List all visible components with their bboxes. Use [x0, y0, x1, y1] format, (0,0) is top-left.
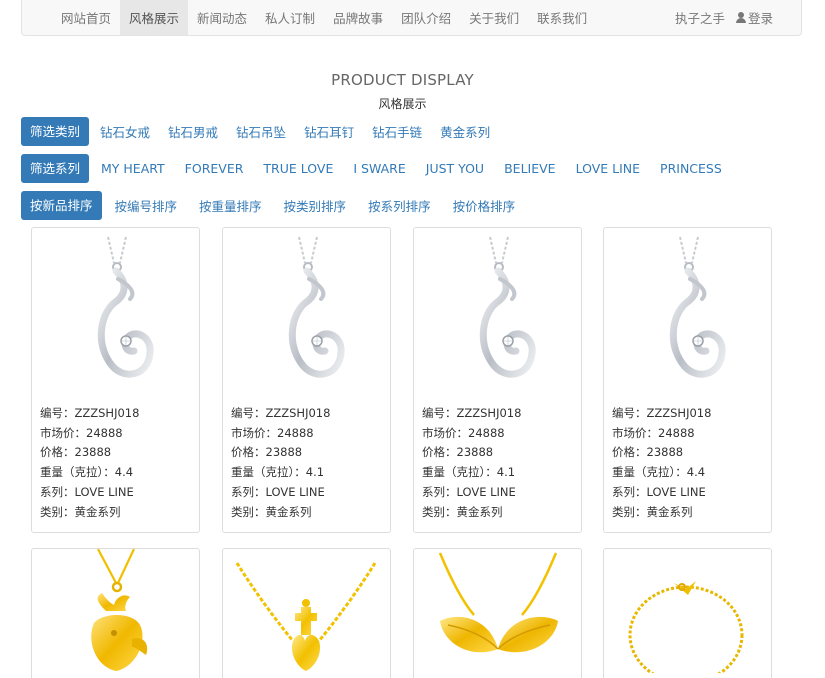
series-filter-row: 筛选系列 MY HEART FOREVER TRUE LOVE I SWARE … [21, 154, 732, 183]
silver-pendant-image [288, 236, 345, 378]
sort-newest-button[interactable]: 按新品排序 [21, 191, 102, 220]
series-option[interactable]: LOVE LINE [566, 161, 650, 176]
product-weight: 重量（克拉）：4.1 [231, 465, 325, 480]
product-info: 编号：ZZZSHJ018 市场价：24888 价格：23888 重量（克拉）：4… [231, 404, 330, 522]
nav-item-about[interactable]: 关于我们 [460, 0, 528, 35]
sort-option[interactable]: 按类别排序 [273, 196, 358, 215]
product-card[interactable] [413, 548, 582, 678]
product-code: 编号：ZZZSHJ018 [612, 406, 712, 420]
sort-option[interactable]: 按重量排序 [188, 196, 273, 215]
nav-item-contact[interactable]: 联系我们 [528, 0, 596, 35]
series-option[interactable]: TRUE LOVE [253, 161, 343, 176]
sort-option[interactable]: 按系列排序 [357, 196, 442, 215]
product-card[interactable] [31, 548, 200, 678]
product-image[interactable] [224, 229, 390, 397]
product-card[interactable] [222, 548, 391, 678]
product-series: 系列：LOVE LINE [422, 484, 516, 499]
product-category: 类别：黄金系列 [231, 504, 312, 519]
gold-leaf-necklace-image [438, 552, 558, 653]
series-option[interactable]: PRINCESS [650, 161, 732, 176]
series-option[interactable]: MY HEART [91, 161, 175, 176]
product-image[interactable] [415, 229, 581, 397]
nav-menu: 网站首页 风格展示 新闻动态 私人订制 品牌故事 团队介绍 关于我们 联系我们 [52, 0, 596, 35]
product-series: 系列：LOVE LINE [231, 484, 325, 499]
filter-series-button[interactable]: 筛选系列 [21, 154, 90, 183]
product-info: 编号：ZZZSHJ018 市场价：24888 价格：23888 重量（克拉）：4… [422, 404, 521, 522]
product-price: 价格：23888 [422, 445, 494, 460]
gold-crown-necklace-image [235, 562, 377, 671]
user-icon [735, 12, 746, 23]
sort-option[interactable]: 按编号排序 [104, 196, 189, 215]
product-info: 编号：ZZZSHJ018 市场价：24888 价格：23888 重量（克拉）：4… [40, 404, 139, 522]
series-option[interactable]: I SWARE [343, 161, 415, 176]
product-weight: 重量（克拉）：4.4 [612, 465, 706, 480]
product-card[interactable]: 编号：ZZZSHJ018 市场价：24888 价格：23888 重量（克拉）：4… [31, 227, 200, 533]
top-navbar: 网站首页 风格展示 新闻动态 私人订制 品牌故事 团队介绍 关于我们 联系我们 … [21, 0, 802, 36]
product-price: 价格：23888 [231, 445, 303, 460]
series-option[interactable]: BELIEVE [494, 161, 565, 176]
silver-pendant-image [97, 236, 154, 378]
category-option[interactable]: 钻石吊坠 [227, 122, 295, 141]
product-code: 编号：ZZZSHJ018 [40, 406, 140, 420]
filter-category-button[interactable]: 筛选类别 [21, 117, 90, 146]
product-series: 系列：LOVE LINE [40, 484, 134, 499]
brand-link[interactable]: 执子之手 [675, 8, 725, 27]
login-link[interactable]: 登录 [735, 8, 773, 27]
product-category: 类别：黄金系列 [40, 504, 121, 519]
product-market-price: 市场价：24888 [422, 425, 505, 440]
product-weight: 重量（克拉）：4.4 [40, 465, 134, 480]
nav-item-custom-order[interactable]: 私人订制 [256, 0, 324, 35]
sort-row: 按新品排序 按编号排序 按重量排序 按类别排序 按系列排序 按价格排序 [21, 191, 526, 220]
product-code: 编号：ZZZSHJ018 [231, 406, 331, 420]
series-option[interactable]: JUST YOU [416, 161, 494, 176]
product-weight: 重量（克拉）：4.1 [422, 465, 516, 480]
nav-item-style-showcase[interactable]: 风格展示 [120, 0, 189, 35]
nav-item-news[interactable]: 新闻动态 [188, 0, 256, 35]
page-title: PRODUCT DISPLAY [331, 71, 474, 89]
series-option[interactable]: FOREVER [175, 161, 254, 176]
product-price: 价格：23888 [40, 445, 112, 460]
product-card[interactable]: 编号：ZZZSHJ018 市场价：24888 价格：23888 重量（克拉）：4… [413, 227, 582, 533]
category-option[interactable]: 钻石女戒 [91, 122, 159, 141]
nav-right: 执子之手 登录 [675, 0, 773, 35]
product-card[interactable]: 编号：ZZZSHJ018 市场价：24888 价格：23888 重量（克拉）：4… [222, 227, 391, 533]
product-market-price: 市场价：24888 [612, 425, 695, 440]
product-category: 类别：黄金系列 [422, 504, 503, 519]
gold-deer-pendant-image [91, 549, 148, 671]
sort-option[interactable]: 按价格排序 [442, 196, 527, 215]
product-category: 类别：黄金系列 [612, 504, 693, 519]
product-code: 编号：ZZZSHJ018 [422, 406, 522, 420]
product-market-price: 市场价：24888 [40, 425, 123, 440]
product-image[interactable] [605, 229, 771, 397]
login-label: 登录 [747, 11, 773, 26]
nav-item-home[interactable]: 网站首页 [52, 0, 120, 35]
category-option[interactable]: 钻石男戒 [159, 122, 227, 141]
silver-pendant-image [669, 236, 726, 378]
nav-item-team[interactable]: 团队介绍 [392, 0, 460, 35]
product-price: 价格：23888 [612, 445, 684, 460]
product-info: 编号：ZZZSHJ018 市场价：24888 价格：23888 重量（克拉）：4… [612, 404, 711, 522]
product-market-price: 市场价：24888 [231, 425, 314, 440]
page-subtitle: 风格展示 [378, 97, 427, 111]
category-option[interactable]: 黄金系列 [431, 122, 499, 141]
category-option[interactable]: 钻石手链 [363, 122, 431, 141]
silver-pendant-image [479, 236, 536, 378]
product-card[interactable] [603, 548, 772, 678]
category-option[interactable]: 钻石耳钉 [295, 122, 363, 141]
gold-chain-bracelet-image [628, 581, 744, 678]
product-image[interactable] [33, 229, 199, 397]
category-filter-row: 筛选类别 钻石女戒 钻石男戒 钻石吊坠 钻石耳钉 钻石手链 黄金系列 [21, 117, 499, 146]
product-series: 系列：LOVE LINE [612, 484, 706, 499]
nav-item-brand-story[interactable]: 品牌故事 [324, 0, 392, 35]
product-card[interactable]: 编号：ZZZSHJ018 市场价：24888 价格：23888 重量（克拉）：4… [603, 227, 772, 533]
